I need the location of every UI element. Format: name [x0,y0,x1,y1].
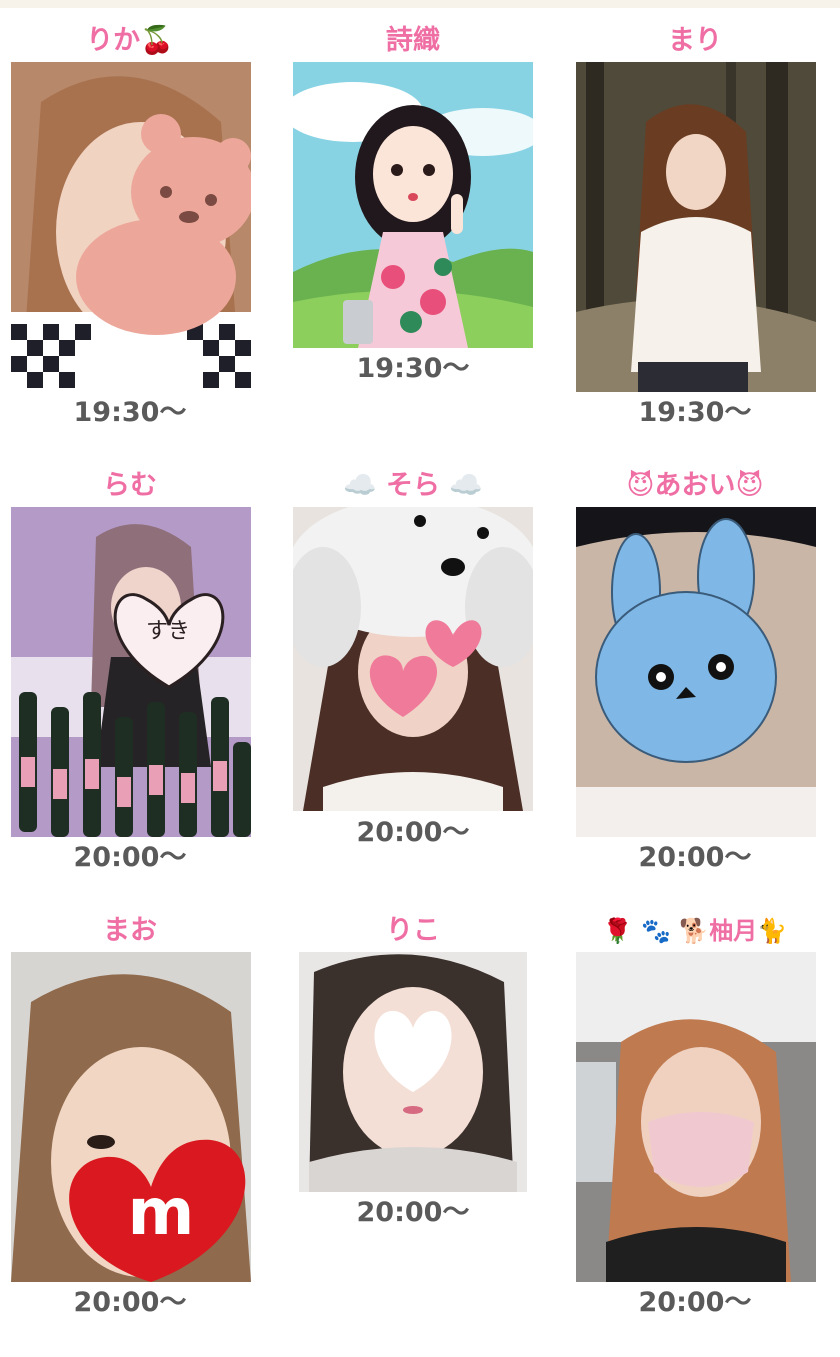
start-time: 20:00〜 [73,1287,187,1318]
start-time: 19:30〜 [638,397,752,428]
cast-name: 😈あおい😈 [626,470,764,501]
cast-name: ☁️ そら ☁️ [342,470,484,501]
cast-name: まお [103,915,157,946]
start-time: 20:00〜 [356,817,470,848]
cast-photo[interactable]: m [11,952,251,1282]
start-time: 20:00〜 [638,1287,752,1318]
cast-name: 🌹 🐾 🐕柚月🐈 [602,917,788,945]
cast-photo[interactable] [293,62,533,348]
start-time: 20:00〜 [638,842,752,873]
start-time: 19:30〜 [356,353,470,384]
cast-name: らむ [103,470,157,501]
start-time: 20:00〜 [356,1197,470,1228]
cast-photo[interactable] [299,952,527,1192]
cast-photo[interactable]: すき [11,507,251,837]
cast-name: まり [668,25,722,56]
cast-name: りこ [386,915,440,946]
heart-m-sticker-text: m [127,1176,195,1250]
cast-photo[interactable] [576,62,816,392]
cast-schedule-grid: りか🍒 19:30〜 詩織 19:30〜 まり 19:30〜 らむ すき 20:… [0,0,840,1357]
cast-name: 詩織 [386,25,440,56]
start-time: 19:30〜 [73,397,187,428]
cast-photo[interactable] [11,62,251,392]
cast-name: りか🍒 [86,25,174,56]
start-time: 20:00〜 [73,842,187,873]
cast-photo[interactable] [293,507,533,811]
cast-photo[interactable] [576,952,816,1282]
cast-photo[interactable] [576,507,816,837]
heart-sticker-text: すき [145,619,190,644]
